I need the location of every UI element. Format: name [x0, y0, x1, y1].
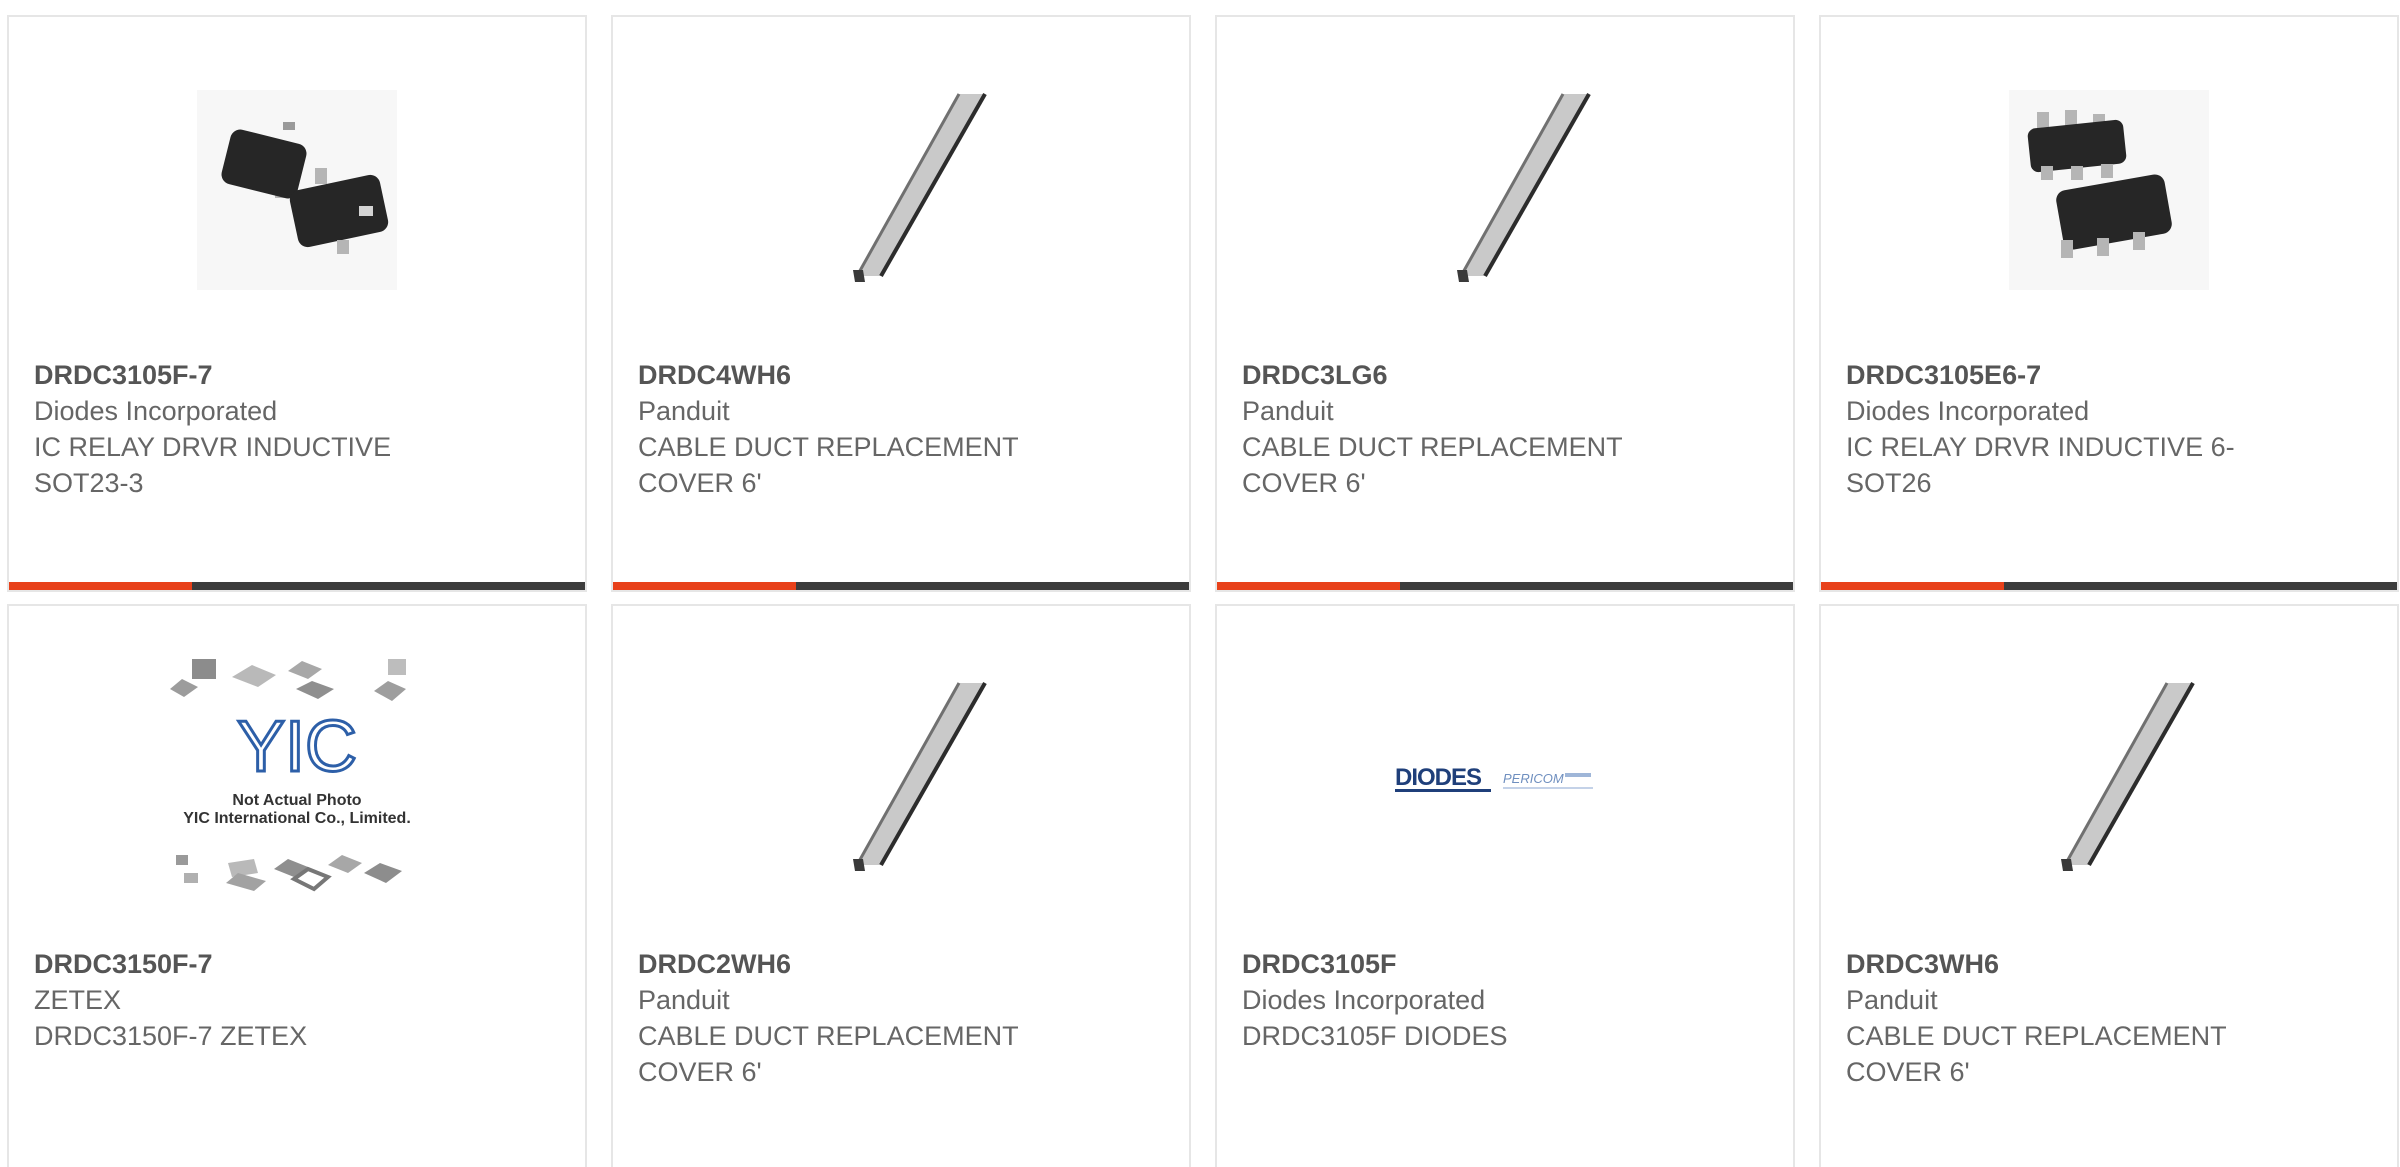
description: DRDC3105F DIODES	[1242, 1021, 1508, 1051]
manufacturer: Panduit	[638, 985, 730, 1015]
product-image[interactable]	[1217, 85, 1793, 295]
not-actual-photo-caption: Not Actual Photo	[232, 792, 361, 809]
description: CABLE DUCT REPLACEMENT COVER 6'	[1846, 1021, 2227, 1087]
product-info: DRDC3150F-7 ZETEX DRDC3150F-7 ZETEX	[34, 946, 464, 1054]
part-number[interactable]: DRDC2WH6	[638, 946, 1068, 982]
part-number[interactable]: DRDC3105F-7	[34, 357, 464, 393]
product-grid: DRDC3105F-7 Diodes Incorporated IC RELAY…	[0, 0, 2400, 1167]
product-image[interactable]	[9, 85, 585, 295]
diodes-logo: DIODES	[1395, 764, 1482, 791]
product-card[interactable]: DRDC3LG6 Panduit CABLE DUCT REPLACEMENT …	[1215, 15, 1795, 592]
part-number[interactable]: DRDC3105E6-7	[1846, 357, 2276, 393]
product-image[interactable]: DIODES PERICOM	[1217, 674, 1793, 884]
product-card[interactable]: DIODES PERICOM DRDC3105F Diodes Incorpor…	[1215, 604, 1795, 1167]
description: IC RELAY DRVR INDUCTIVE 6-SOT26	[1846, 432, 2235, 498]
product-card[interactable]: DRDC3105F-7 Diodes Incorporated IC RELAY…	[7, 15, 587, 592]
description: DRDC3150F-7 ZETEX	[34, 1021, 308, 1051]
part-number[interactable]: DRDC3LG6	[1242, 357, 1672, 393]
card-bottom-bar	[1217, 582, 1793, 590]
part-number[interactable]: DRDC3150F-7	[34, 946, 464, 982]
description: CABLE DUCT REPLACEMENT COVER 6'	[1242, 432, 1623, 498]
diodes-logo-icon: DIODES PERICOM	[1395, 764, 1593, 792]
yic-logo: YIC	[237, 707, 357, 787]
description: CABLE DUCT REPLACEMENT COVER 6'	[638, 1021, 1019, 1087]
accent-bar	[9, 582, 192, 590]
accent-bar	[1821, 582, 2004, 590]
cable-duct-cover-icon	[853, 93, 987, 282]
manufacturer: Panduit	[638, 396, 730, 426]
product-info: DRDC3LG6 Panduit CABLE DUCT REPLACEMENT …	[1242, 357, 1672, 501]
manufacturer: Diodes Incorporated	[1846, 396, 2090, 426]
product-info: DRDC3105F-7 Diodes Incorporated IC RELAY…	[34, 357, 464, 501]
product-card[interactable]: DRDC3WH6 Panduit CABLE DUCT REPLACEMENT …	[1819, 604, 2399, 1167]
product-image[interactable]: YIC Not Actual Photo YIC International C…	[9, 659, 585, 892]
cable-duct-cover-icon	[853, 682, 987, 871]
product-card[interactable]: DRDC4WH6 Panduit CABLE DUCT REPLACEMENT …	[611, 15, 1191, 592]
product-card[interactable]: DRDC3105E6-7 Diodes Incorporated IC RELA…	[1819, 15, 2399, 592]
product-info: DRDC3WH6 Panduit CABLE DUCT REPLACEMENT …	[1846, 946, 2276, 1090]
sot23-chip-icon	[197, 90, 397, 290]
part-number[interactable]: DRDC3105F	[1242, 946, 1672, 982]
product-info: DRDC4WH6 Panduit CABLE DUCT REPLACEMENT …	[638, 357, 1068, 501]
product-image[interactable]	[1821, 674, 2397, 884]
manufacturer: ZETEX	[34, 985, 122, 1015]
product-image[interactable]	[613, 674, 1189, 884]
product-card[interactable]: YIC Not Actual Photo YIC International C…	[7, 604, 587, 1167]
card-bottom-bar	[613, 582, 1189, 590]
manufacturer: Panduit	[1846, 985, 1938, 1015]
description: CABLE DUCT REPLACEMENT COVER 6'	[638, 432, 1019, 498]
part-number[interactable]: DRDC4WH6	[638, 357, 1068, 393]
card-bottom-bar	[1821, 582, 2397, 590]
manufacturer: Diodes Incorporated	[34, 396, 278, 426]
manufacturer: Panduit	[1242, 396, 1334, 426]
part-number[interactable]: DRDC3WH6	[1846, 946, 2276, 982]
cable-duct-cover-icon	[2061, 682, 2195, 871]
product-card[interactable]: DRDC2WH6 Panduit CABLE DUCT REPLACEMENT …	[611, 604, 1191, 1167]
product-image[interactable]	[1821, 85, 2397, 295]
accent-bar	[613, 582, 796, 590]
product-image[interactable]	[613, 85, 1189, 295]
accent-bar	[1217, 582, 1400, 590]
sot26-chip-icon	[2009, 90, 2209, 290]
yic-company-caption: YIC International Co., Limited.	[183, 810, 411, 827]
manufacturer: Diodes Incorporated	[1242, 985, 1486, 1015]
card-bottom-bar	[9, 582, 585, 590]
description: IC RELAY DRVR INDUCTIVE SOT23-3	[34, 432, 392, 498]
product-info: DRDC3105F Diodes Incorporated DRDC3105F …	[1242, 946, 1672, 1054]
product-info: DRDC2WH6 Panduit CABLE DUCT REPLACEMENT …	[638, 946, 1068, 1090]
product-info: DRDC3105E6-7 Diodes Incorporated IC RELA…	[1846, 357, 2276, 501]
pericom-logo: PERICOM	[1503, 771, 1564, 786]
cable-duct-cover-icon	[1457, 93, 1591, 282]
placeholder-photo-icon: YIC Not Actual Photo YIC International C…	[170, 659, 411, 892]
